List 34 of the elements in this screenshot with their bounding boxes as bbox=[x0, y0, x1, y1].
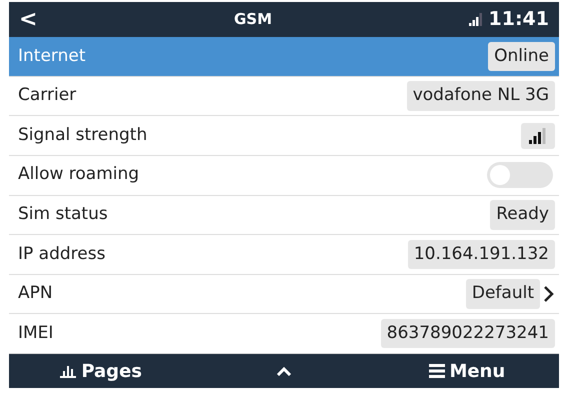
row-value: Default bbox=[466, 279, 540, 309]
screen-title: GSM bbox=[232, 9, 273, 30]
row-label: IMEI bbox=[18, 322, 54, 345]
menu-icon bbox=[429, 364, 446, 378]
list-row[interactable]: Carrier vodafone NL 3G bbox=[9, 76, 559, 116]
list-row[interactable]: IMEI 863789022273241 bbox=[9, 314, 559, 354]
row-value: 10.164.191.132 bbox=[408, 240, 555, 270]
list-row[interactable]: APN Default bbox=[9, 274, 559, 314]
row-label: Sim status bbox=[18, 203, 109, 226]
row-value: vodafone NL 3G bbox=[406, 81, 555, 111]
toggle-switch[interactable] bbox=[487, 162, 553, 188]
signal-icon bbox=[521, 122, 555, 149]
menu-button[interactable]: Menu bbox=[429, 358, 506, 384]
back-button[interactable]: < bbox=[19, 8, 38, 30]
row-label: Carrier bbox=[18, 84, 78, 108]
pages-button[interactable]: Pages bbox=[59, 358, 142, 384]
list-row[interactable]: Signal strength bbox=[9, 116, 559, 156]
row-label: APN bbox=[18, 282, 54, 306]
clock-time: 11:41 bbox=[488, 7, 549, 32]
row-value: Online bbox=[488, 42, 555, 72]
list-row[interactable]: Internet Online bbox=[9, 37, 559, 77]
list-row[interactable]: Allow roaming bbox=[9, 156, 559, 196]
row-value: 863789022273241 bbox=[380, 318, 555, 348]
chevron-right-icon bbox=[543, 285, 555, 304]
list-row[interactable]: Sim status Ready bbox=[9, 196, 559, 236]
chevron-up-icon[interactable] bbox=[276, 366, 292, 376]
row-label: IP address bbox=[18, 242, 106, 266]
row-value: Ready bbox=[490, 200, 555, 230]
row-label: Signal strength bbox=[18, 124, 148, 147]
row-label: Internet bbox=[18, 44, 87, 68]
list-row[interactable]: IP address 10.164.191.132 bbox=[9, 235, 559, 275]
bar-chart-icon bbox=[59, 364, 78, 378]
row-label: Allow roaming bbox=[18, 163, 140, 186]
signal-icon bbox=[468, 13, 483, 26]
